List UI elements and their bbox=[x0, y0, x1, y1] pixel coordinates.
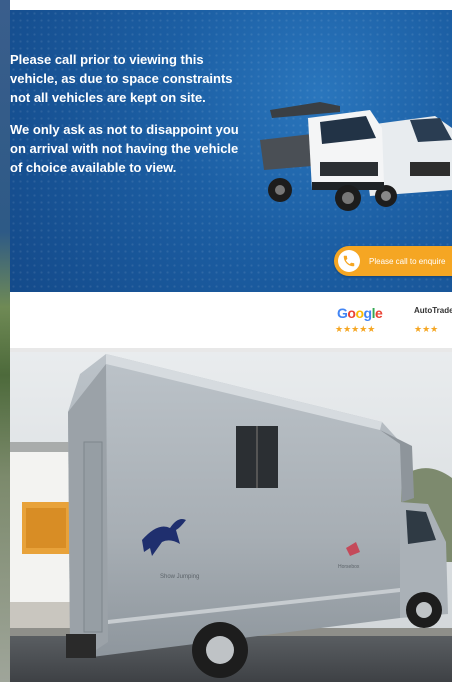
call-to-enquire-button[interactable]: Please call to enquire bbox=[334, 246, 452, 276]
vehicle-photo[interactable]: Show Jumping Horsebox bbox=[10, 352, 452, 682]
livery-text-right: Horsebox bbox=[338, 564, 360, 570]
banner-paragraph-2: We only ask as not to disappoint you on … bbox=[10, 122, 239, 175]
banner-paragraph-1: Please call prior to viewing this vehicl… bbox=[10, 52, 233, 105]
livery-text-left: Show Jumping bbox=[160, 574, 199, 580]
trucks-illustration bbox=[260, 102, 452, 211]
google-rating-stars: ★★★★★ bbox=[335, 324, 376, 334]
tipper-truck-graphic bbox=[260, 102, 384, 211]
google-logo: Google bbox=[337, 305, 383, 321]
cta-label: Please call to enquire bbox=[369, 256, 446, 266]
autotrader-rating-stars: ★★★ bbox=[414, 324, 439, 334]
horsebox-photo-art: Show Jumping Horsebox bbox=[10, 352, 452, 682]
ratings-bar: Google ★★★★★ AutoTrader ★★★ bbox=[10, 292, 452, 348]
phone-icon bbox=[338, 250, 360, 272]
banner-notice: Please call prior to viewing this vehicl… bbox=[10, 50, 242, 190]
top-spacer bbox=[0, 0, 452, 10]
previous-image-edge[interactable] bbox=[0, 0, 10, 682]
info-banner-image[interactable]: Please call prior to viewing this vehicl… bbox=[10, 10, 452, 292]
autotrader-logo: AutoTrader bbox=[414, 306, 452, 315]
